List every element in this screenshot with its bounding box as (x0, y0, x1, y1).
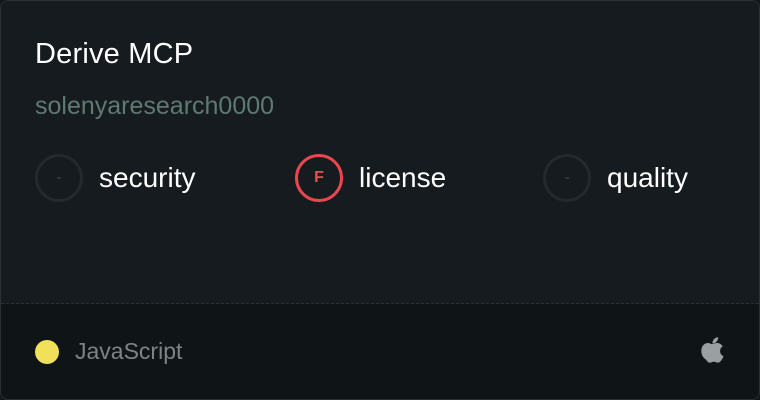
server-name[interactable]: Derive MCP (35, 37, 193, 71)
language-color-dot (35, 340, 59, 364)
server-card[interactable]: Derive MCP solenyaresearch0000 - securit… (0, 0, 760, 400)
language-label: JavaScript (75, 338, 183, 364)
security-grade-badge: - (35, 154, 83, 202)
license-grade-badge: F (295, 154, 343, 202)
apple-icon (701, 337, 724, 363)
score-quality[interactable]: - quality (543, 153, 688, 203)
license-label: license (359, 162, 447, 193)
score-license[interactable]: F license (295, 153, 446, 203)
score-security[interactable]: - security (35, 153, 195, 203)
quality-grade-badge: - (543, 154, 591, 202)
card-header: Derive MCP solenyaresearch0000 - securit… (1, 1, 759, 303)
quality-label: quality (607, 162, 688, 193)
score-row: - security F license - quality (1, 153, 759, 203)
owner-name[interactable]: solenyaresearch0000 (35, 91, 274, 121)
security-label: security (99, 162, 196, 193)
